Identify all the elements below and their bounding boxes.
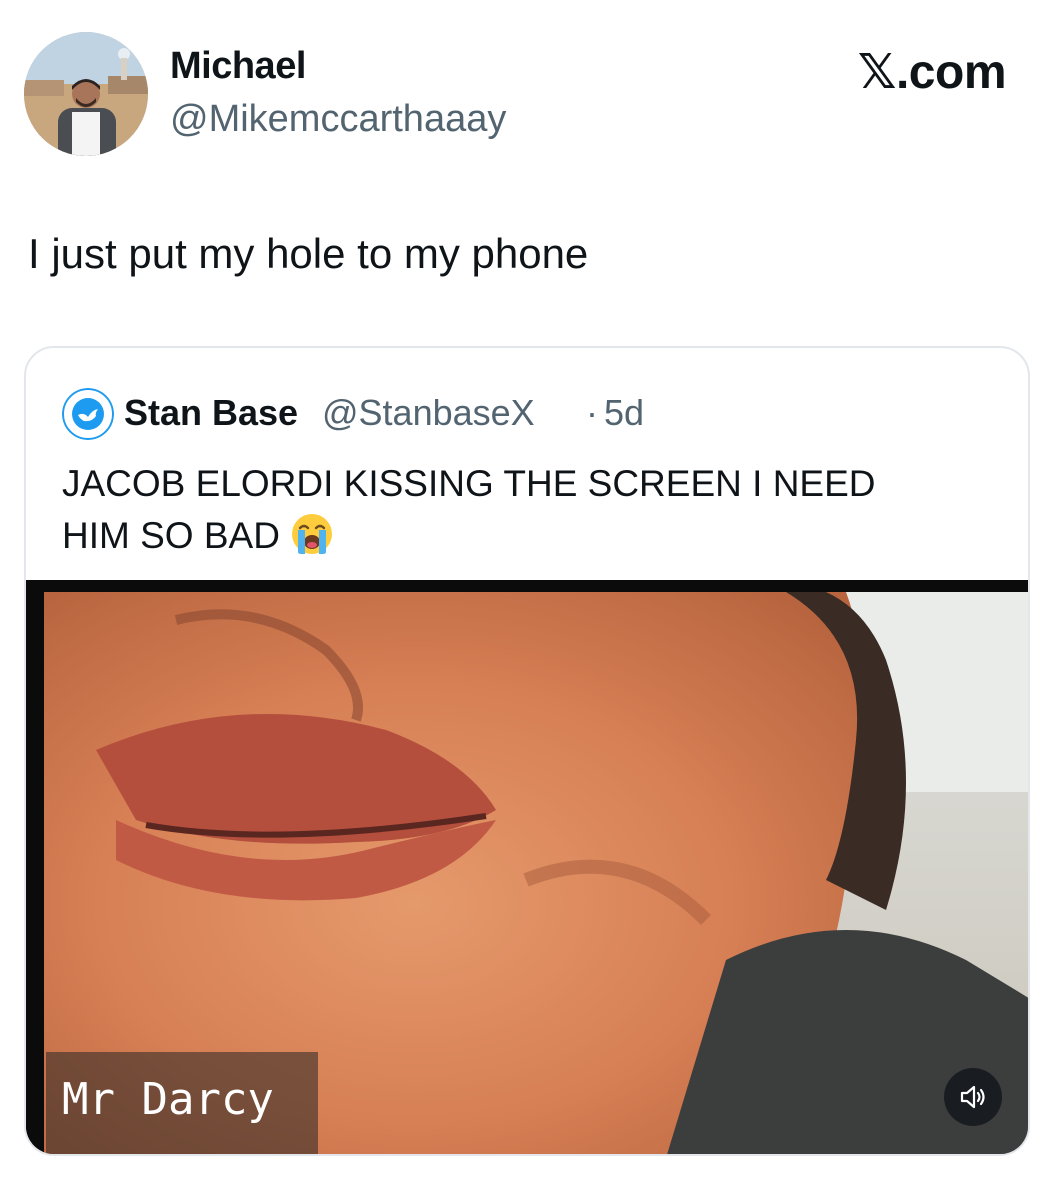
author-handle[interactable]: @Mikemccarthaaay xyxy=(170,98,506,141)
quoted-text-line-1: JACOB ELORDI KISSING THE SCREEN I NEED xyxy=(62,463,876,504)
quoted-tweet-card[interactable]: Stan Base @StanbaseX · 5d JACOB ELORDI K… xyxy=(24,346,1030,1156)
profile-photo xyxy=(24,32,148,156)
author-avatar[interactable] xyxy=(24,32,148,156)
author-name[interactable]: Michael xyxy=(170,45,306,88)
quoted-author-avatar[interactable] xyxy=(62,388,114,440)
quoted-author-name[interactable]: Stan Base xyxy=(124,392,298,434)
mute-toggle-button[interactable] xyxy=(944,1068,1002,1126)
stan-base-logo-icon xyxy=(62,388,114,440)
quoted-text-line-2-content: HIM SO BAD xyxy=(62,515,280,556)
video-caption: Mr Darcy xyxy=(62,1074,274,1125)
tweet-text: I just put my hole to my phone xyxy=(28,230,589,277)
loudly-crying-face-emoji-icon xyxy=(291,514,332,554)
quoted-timestamp[interactable]: 5d xyxy=(604,392,644,434)
quoted-tweet-text: JACOB ELORDI KISSING THE SCREEN I NEED H… xyxy=(62,458,962,562)
site-domain-suffix: .com xyxy=(895,46,1007,99)
video-caption-overlay: Mr Darcy xyxy=(46,1052,318,1154)
quoted-author-handle[interactable]: @StanbaseX xyxy=(322,392,535,434)
speaker-muted-icon xyxy=(960,1085,985,1109)
x-logo-icon: 𝕏 xyxy=(857,44,897,100)
separator-dot: · xyxy=(586,392,598,433)
quoted-text-line-2: HIM SO BAD xyxy=(62,510,962,562)
site-watermark: 𝕏.com xyxy=(857,44,1007,100)
quoted-video[interactable]: Mr Darcy xyxy=(26,580,1028,1154)
